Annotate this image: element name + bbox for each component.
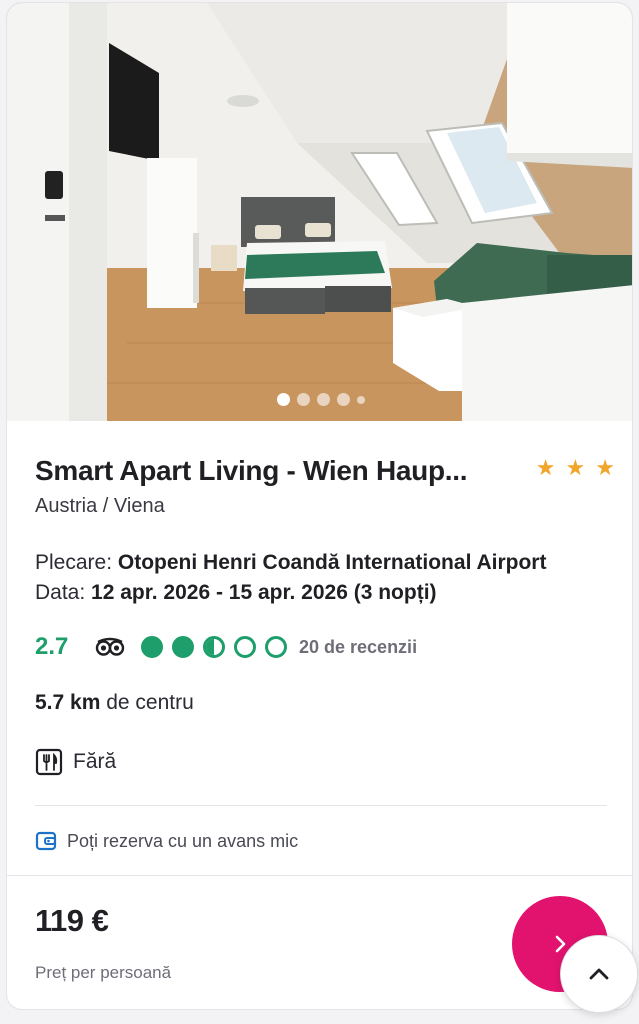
date-line: Data: 12 apr. 2026 - 15 apr. 2026 (3 nop…	[35, 578, 546, 608]
meal-plan-text: Fără	[73, 750, 117, 773]
deposit-note: Poți rezerva cu un avans mic	[35, 827, 298, 855]
hotel-name[interactable]: Smart Apart Living - Wien Haup...	[35, 455, 467, 487]
rating-bubble	[172, 636, 194, 658]
hotel-stars: ★ ★ ★	[536, 457, 615, 479]
hotel-card[interactable]: Smart Apart Living - Wien Haup... ★ ★ ★ …	[6, 2, 633, 1010]
rating-bubble	[265, 636, 287, 658]
star-icon: ★	[535, 455, 556, 480]
date-label: Data:	[35, 581, 92, 604]
gallery-pagination	[7, 393, 632, 406]
date-value: 12 apr. 2026 - 15 apr. 2026 (3 nopți)	[91, 581, 437, 604]
fork-knife-icon	[35, 748, 63, 776]
departure-label: Plecare:	[35, 551, 118, 574]
departure-line: Plecare: Otopeni Henri Coandă Internatio…	[35, 548, 546, 578]
rating-bubble	[203, 636, 225, 658]
tripadvisor-owl-icon	[95, 637, 125, 656]
price: 119 €	[35, 903, 109, 938]
distance-to-center: 5.7 km de centru	[35, 691, 194, 715]
hotel-location: Austria / Viena	[35, 495, 165, 517]
footer-divider	[7, 875, 632, 876]
divider	[35, 805, 607, 806]
gallery-dot-active[interactable]	[276, 393, 290, 406]
rating-bubbles	[141, 636, 287, 658]
scroll-to-top-button[interactable]	[560, 935, 638, 1013]
rating-bubble	[234, 636, 256, 658]
deposit-text: Poți rezerva cu un avans mic	[67, 830, 299, 851]
star-icon: ★	[565, 455, 586, 480]
distance-value: 5.7 km	[35, 691, 101, 714]
reviews-count[interactable]: 20 de recenzii	[299, 637, 417, 658]
wallet-icon	[35, 831, 57, 851]
meal-plan: Fără	[35, 747, 116, 777]
trip-details: Plecare: Otopeni Henri Coandă Internatio…	[35, 548, 546, 608]
rating-bubble	[141, 636, 163, 658]
gallery-dot[interactable]	[296, 393, 310, 406]
gallery-dot[interactable]	[356, 395, 365, 404]
departure-value: Otopeni Henri Coandă International Airpo…	[117, 551, 547, 574]
distance-text: de centru	[100, 691, 194, 714]
rating-score: 2.7	[35, 633, 69, 660]
gallery-dot[interactable]	[336, 393, 350, 406]
price-label: Preț per persoană	[35, 963, 172, 982]
star-icon: ★	[595, 455, 615, 480]
title-row: Smart Apart Living - Wien Haup... ★ ★ ★	[35, 451, 615, 491]
gallery-dot[interactable]	[316, 393, 330, 406]
room-photo-illustration	[7, 3, 632, 421]
rating-row[interactable]: 2.7 20 de recenzii	[35, 631, 417, 663]
chevron-up-icon	[589, 968, 609, 980]
hotel-photo[interactable]	[7, 3, 632, 421]
